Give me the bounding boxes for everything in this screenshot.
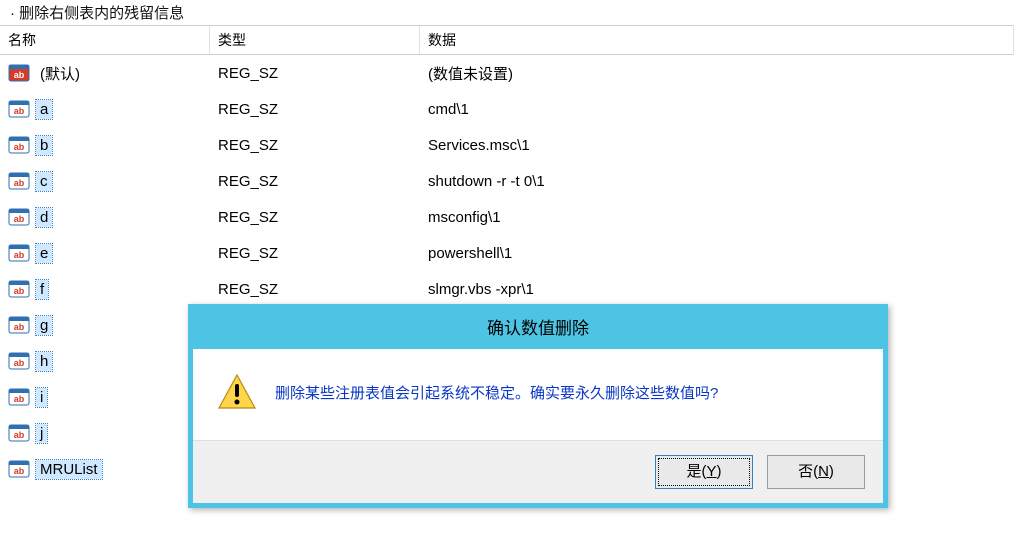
svg-text:ab: ab <box>14 142 25 152</box>
header-type[interactable]: 类型 <box>210 26 420 54</box>
column-headers: 名称 类型 数据 <box>0 25 1014 55</box>
value-name: a <box>36 100 52 119</box>
dialog-title: 确认数值删除 <box>192 308 884 349</box>
svg-text:ab: ab <box>14 106 25 116</box>
no-button[interactable]: 否(N) <box>767 455 865 489</box>
value-name: d <box>36 208 52 227</box>
value-name: MRUList <box>36 460 102 479</box>
string-value-icon: ab <box>8 134 30 156</box>
value-name: c <box>36 172 52 191</box>
value-name: e <box>36 244 52 263</box>
svg-text:ab: ab <box>14 286 25 296</box>
svg-text:ab: ab <box>14 70 25 80</box>
table-row[interactable]: ab d REG_SZmsconfig\1 <box>0 199 1014 235</box>
value-name: h <box>36 352 52 371</box>
value-name: g <box>36 316 52 335</box>
value-type: REG_SZ <box>210 209 420 226</box>
string-value-icon: ab <box>8 62 30 84</box>
value-data: powershell\1 <box>420 245 1014 262</box>
value-name: (默认) <box>36 62 84 85</box>
dialog-message: 删除某些注册表值会引起系统不稳定。确实要永久删除这些数值吗? <box>275 382 718 403</box>
table-row[interactable]: ab c REG_SZshutdown -r -t 0\1 <box>0 163 1014 199</box>
table-row[interactable]: ab a REG_SZcmd\1 <box>0 91 1014 127</box>
value-data: slmgr.vbs -xpr\1 <box>420 281 1014 298</box>
value-data: (数值未设置) <box>420 63 1014 84</box>
header-data[interactable]: 数据 <box>420 26 1014 54</box>
value-type: REG_SZ <box>210 137 420 154</box>
dialog-button-bar: 是(Y) 否(N) <box>193 441 883 503</box>
string-value-icon: ab <box>8 206 30 228</box>
no-button-label: 否(N) <box>798 463 834 480</box>
value-type: REG_SZ <box>210 65 420 82</box>
string-value-icon: ab <box>8 314 30 336</box>
header-name[interactable]: 名称 <box>0 26 210 54</box>
value-name: f <box>36 280 48 299</box>
value-data: msconfig\1 <box>420 209 1014 226</box>
top-note: · 删除右侧表内的残留信息 <box>0 0 1014 25</box>
dialog-body: 删除某些注册表值会引起系统不稳定。确实要永久删除这些数值吗? <box>193 348 883 441</box>
value-name: j <box>36 424 47 443</box>
yes-button[interactable]: 是(Y) <box>655 455 753 489</box>
string-value-icon: ab <box>8 98 30 120</box>
string-value-icon: ab <box>8 350 30 372</box>
value-type: REG_SZ <box>210 173 420 190</box>
warning-icon <box>217 372 257 412</box>
string-value-icon: ab <box>8 422 30 444</box>
confirm-delete-dialog: 确认数值删除 删除某些注册表值会引起系统不稳定。确实要永久删除这些数值吗? 是(… <box>188 304 888 508</box>
string-value-icon: ab <box>8 386 30 408</box>
value-data: shutdown -r -t 0\1 <box>420 173 1014 190</box>
table-row[interactable]: ab e REG_SZpowershell\1 <box>0 235 1014 271</box>
svg-text:ab: ab <box>14 358 25 368</box>
value-type: REG_SZ <box>210 101 420 118</box>
svg-text:ab: ab <box>14 214 25 224</box>
value-data: Services.msc\1 <box>420 137 1014 154</box>
string-value-icon: ab <box>8 242 30 264</box>
value-name: b <box>36 136 52 155</box>
string-value-icon: ab <box>8 278 30 300</box>
svg-text:ab: ab <box>14 178 25 188</box>
svg-text:ab: ab <box>14 394 25 404</box>
value-type: REG_SZ <box>210 245 420 262</box>
svg-text:ab: ab <box>14 430 25 440</box>
table-row[interactable]: ab (默认) REG_SZ(数值未设置) <box>0 55 1014 91</box>
svg-text:ab: ab <box>14 466 25 476</box>
svg-text:ab: ab <box>14 250 25 260</box>
value-name: i <box>36 388 47 407</box>
yes-button-label: 是(Y) <box>686 463 721 480</box>
value-data: cmd\1 <box>420 101 1014 118</box>
table-row[interactable]: ab b REG_SZServices.msc\1 <box>0 127 1014 163</box>
string-value-icon: ab <box>8 170 30 192</box>
svg-text:ab: ab <box>14 322 25 332</box>
value-type: REG_SZ <box>210 281 420 298</box>
table-row[interactable]: ab f REG_SZslmgr.vbs -xpr\1 <box>0 271 1014 307</box>
string-value-icon: ab <box>8 458 30 480</box>
